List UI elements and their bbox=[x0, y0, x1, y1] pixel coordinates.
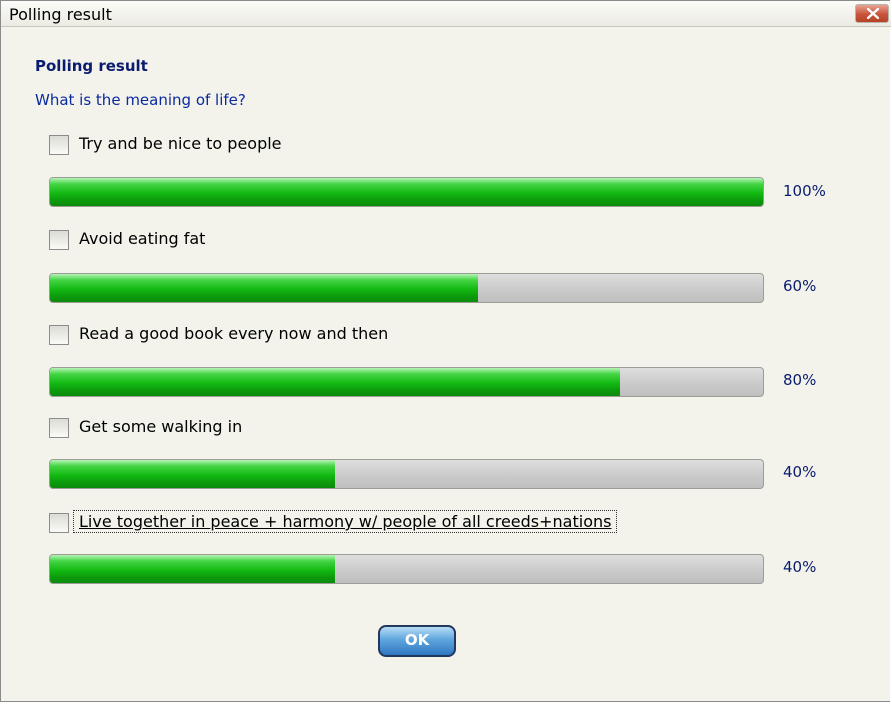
close-button[interactable] bbox=[855, 4, 889, 23]
option-percent: 60% bbox=[783, 277, 817, 295]
option-percent: 100% bbox=[783, 182, 826, 200]
option-progress-bar bbox=[49, 459, 764, 489]
option-label[interactable]: Avoid eating fat bbox=[79, 229, 205, 248]
dialog-window: Polling result Polling result What is th… bbox=[0, 0, 891, 702]
option-percent: 80% bbox=[783, 371, 817, 389]
poll-heading: Polling result bbox=[35, 57, 148, 75]
window-title: Polling result bbox=[9, 5, 112, 24]
option-label[interactable]: Read a good book every now and then bbox=[79, 324, 388, 343]
option-progress-bar bbox=[49, 177, 764, 207]
close-icon bbox=[867, 8, 879, 19]
progress-fill bbox=[50, 460, 336, 488]
poll-question: What is the meaning of life? bbox=[35, 91, 246, 109]
option-label[interactable]: Get some walking in bbox=[79, 417, 242, 436]
progress-fill bbox=[50, 178, 763, 206]
option-percent: 40% bbox=[783, 558, 817, 576]
title-bar[interactable]: Polling result bbox=[1, 1, 891, 27]
option-progress-bar bbox=[49, 367, 764, 397]
option-percent: 40% bbox=[783, 463, 817, 481]
progress-fill bbox=[50, 368, 621, 396]
option-checkbox[interactable] bbox=[49, 418, 69, 438]
option-progress-bar bbox=[49, 554, 764, 584]
progress-fill bbox=[50, 274, 478, 302]
option-label[interactable]: Try and be nice to people bbox=[79, 134, 282, 153]
option-checkbox[interactable] bbox=[49, 230, 69, 250]
ok-button[interactable]: OK bbox=[378, 625, 456, 657]
progress-fill bbox=[50, 555, 336, 583]
option-progress-bar bbox=[49, 273, 764, 303]
option-checkbox[interactable] bbox=[49, 325, 69, 345]
option-checkbox[interactable] bbox=[49, 513, 69, 533]
option-label[interactable]: Live together in peace + harmony w/ peop… bbox=[72, 510, 618, 533]
option-checkbox[interactable] bbox=[49, 135, 69, 155]
